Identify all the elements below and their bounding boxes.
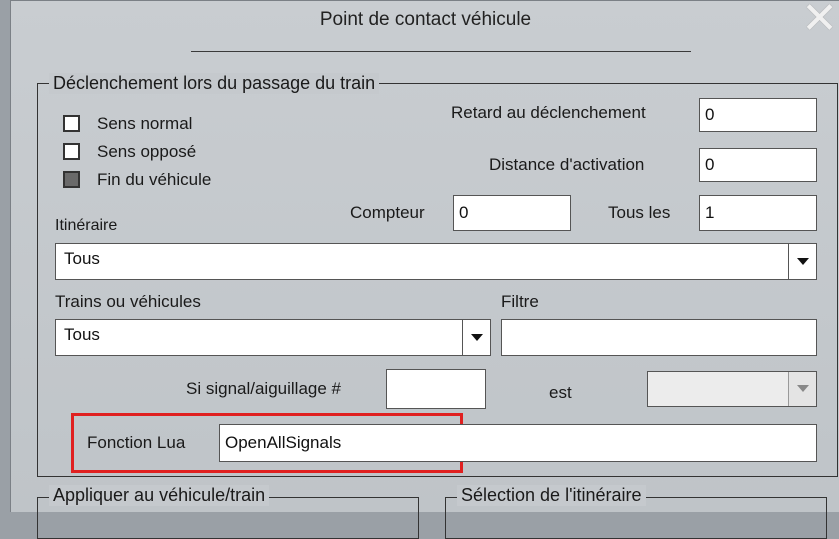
- filtre-input[interactable]: [501, 319, 817, 356]
- trains-combobox[interactable]: Tous: [55, 319, 491, 356]
- selection-group-title: Sélection de l'itinéraire: [457, 485, 646, 506]
- chevron-down-icon[interactable]: [462, 320, 490, 355]
- dialog-window: Point de contact véhicule ✕ Déclenchemen…: [10, 0, 839, 539]
- fin-vehicule-label: Fin du véhicule: [97, 170, 212, 189]
- tous-les-input[interactable]: [699, 195, 817, 231]
- checkmark-icon: [65, 146, 78, 158]
- compteur-input[interactable]: [453, 195, 571, 231]
- sens-normal-checkbox[interactable]: [63, 115, 80, 132]
- itineraire-combobox[interactable]: Tous: [55, 243, 817, 280]
- trains-label: Trains ou véhicules: [55, 292, 201, 311]
- chevron-down-icon[interactable]: [788, 372, 816, 406]
- close-icon[interactable]: ✕: [801, 0, 838, 41]
- est-label: est: [549, 383, 572, 402]
- checkmark-icon: [65, 118, 78, 130]
- sens-normal-label: Sens normal: [97, 114, 193, 133]
- fin-vehicule-checkbox[interactable]: [63, 171, 80, 188]
- trains-value: Tous: [64, 325, 100, 344]
- dialog-title: Point de contact véhicule: [319, 9, 532, 30]
- filtre-label: Filtre: [501, 292, 539, 311]
- retard-input[interactable]: [699, 98, 817, 132]
- title-underline: [191, 51, 691, 52]
- distance-label: Distance d'activation: [489, 155, 645, 174]
- est-combobox[interactable]: [647, 371, 817, 407]
- sens-oppose-label: Sens opposé: [97, 142, 197, 161]
- retard-label: Retard au déclenchement: [451, 103, 646, 122]
- signal-input[interactable]: [386, 369, 486, 409]
- itineraire-value: Tous: [64, 249, 100, 268]
- signal-label: Si signal/aiguillage #: [186, 379, 341, 398]
- sens-oppose-checkbox[interactable]: [63, 143, 80, 160]
- chevron-down-icon[interactable]: [788, 244, 816, 279]
- compteur-label: Compteur: [350, 203, 425, 222]
- lua-label: Fonction Lua: [87, 433, 186, 452]
- tous-les-label: Tous les: [608, 203, 671, 222]
- lua-function-input[interactable]: [219, 424, 817, 462]
- itineraire-label: Itinéraire: [55, 217, 118, 234]
- trigger-group-title: Déclenchement lors du passage du train: [49, 73, 380, 94]
- distance-input[interactable]: [699, 148, 817, 182]
- appliquer-group-title: Appliquer au véhicule/train: [49, 485, 270, 506]
